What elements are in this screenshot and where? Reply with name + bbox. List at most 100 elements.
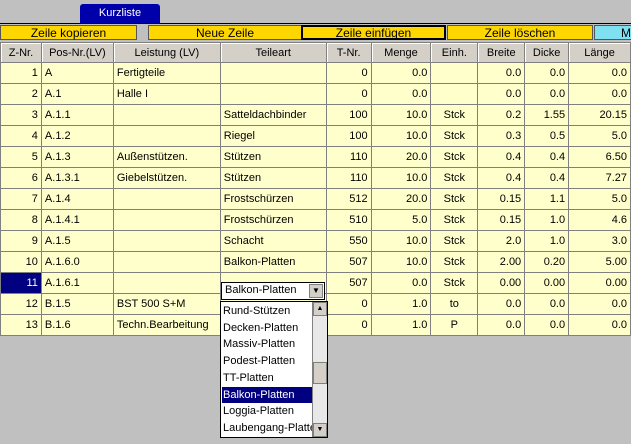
column-header[interactable]: Pos-Nr.(LV) — [40, 42, 114, 63]
table-cell[interactable]: A.1.6.0 — [40, 251, 114, 273]
copy-row-button[interactable]: Zeile kopieren — [0, 25, 137, 40]
dropdown-option[interactable]: Podest-Platten — [222, 353, 314, 369]
table-cell[interactable]: 5.0 — [568, 125, 631, 147]
table-cell[interactable]: 0 — [325, 83, 372, 105]
table-cell[interactable]: 110 — [325, 146, 372, 168]
table-cell[interactable]: 512 — [325, 188, 372, 210]
table-cell[interactable]: 0.5 — [524, 125, 570, 147]
table-cell[interactable]: 0 — [325, 62, 372, 84]
table-row[interactable]: 3 A.1.1 Satteldachbinder 100 10.0 Stck 0.2 1.55… — [0, 104, 631, 126]
column-header[interactable]: Menge — [370, 42, 432, 63]
table-cell[interactable]: 0.0 — [370, 83, 432, 105]
table-cell[interactable]: A.1.6.1 — [40, 272, 114, 294]
table-cell[interactable]: B.1.5 — [40, 293, 114, 315]
table-cell[interactable]: Außenstützen. — [112, 146, 221, 168]
scroll-down-icon[interactable]: ▼ — [313, 423, 327, 437]
dropdown-option[interactable]: Laubengang-Platten — [222, 420, 314, 436]
table-cell[interactable]: Stck — [430, 125, 479, 147]
table-cell[interactable] — [112, 230, 221, 252]
column-header[interactable]: Einh. — [430, 42, 479, 63]
table-row[interactable]: 5 A.1.3 Außenstützen. Stützen 110 20.0 Stck 0.4… — [0, 146, 631, 168]
table-cell[interactable]: Giebelstützen. — [112, 167, 221, 189]
table-row[interactable]: 8 A.1.4.1 Frostschürzen 510 5.0 Stck 0.15 1.0 4.… — [0, 209, 631, 231]
table-cell[interactable]: 0 — [325, 314, 372, 336]
table-cell[interactable]: 20.0 — [370, 188, 432, 210]
table-cell[interactable]: 7 — [0, 188, 42, 210]
table-cell[interactable]: 0.00 — [524, 272, 570, 294]
table-cell[interactable]: 20.0 — [370, 146, 432, 168]
table-cell[interactable]: A.1.5 — [40, 230, 114, 252]
table-cell[interactable]: 0.20 — [524, 251, 570, 273]
dropdown-option[interactable]: Balkon-Platten — [222, 386, 314, 403]
table-cell[interactable]: Frostschürzen — [219, 188, 327, 210]
table-cell[interactable]: 0.4 — [524, 167, 570, 189]
table-cell[interactable]: 0.0 — [477, 62, 526, 84]
table-cell[interactable]: 6 — [0, 167, 42, 189]
table-cell[interactable]: Halle I — [112, 83, 221, 105]
table-cell[interactable]: Stck — [430, 146, 479, 168]
table-cell[interactable]: A — [40, 62, 114, 84]
table-cell[interactable]: BST 500 S+M — [112, 293, 221, 315]
table-cell[interactable]: 13 — [0, 314, 42, 336]
table-cell[interactable]: 510 — [325, 209, 372, 231]
table-cell[interactable]: 3 — [0, 104, 42, 126]
table-cell[interactable]: 550 — [325, 230, 372, 252]
scroll-up-icon[interactable]: ▲ — [313, 302, 327, 316]
table-cell[interactable]: A.1.3.1 — [40, 167, 114, 189]
dropdown-option[interactable]: Loggia-Platten — [222, 403, 314, 419]
table-cell[interactable]: 9 — [0, 230, 42, 252]
table-cell[interactable]: 0.0 — [524, 62, 570, 84]
table-cell[interactable]: 12 — [0, 293, 42, 315]
table-cell[interactable]: 0.0 — [477, 83, 526, 105]
table-cell[interactable]: Stützen — [219, 167, 327, 189]
table-cell[interactable]: 0.15 — [477, 188, 526, 210]
table-cell[interactable]: 5.0 — [568, 188, 631, 210]
dropdown-option[interactable]: TT-Platten — [222, 370, 314, 386]
column-header[interactable]: Teileart — [219, 42, 327, 63]
table-cell[interactable] — [112, 125, 221, 147]
table-cell[interactable]: 0.0 — [568, 293, 631, 315]
table-cell[interactable]: 0 — [325, 293, 372, 315]
table-cell[interactable]: Stck — [430, 251, 479, 273]
table-cell[interactable]: 10.0 — [370, 125, 432, 147]
table-cell[interactable]: 100 — [325, 104, 372, 126]
table-cell[interactable]: 0.15 — [477, 209, 526, 231]
table-cell[interactable]: 110 — [325, 167, 372, 189]
table-cell[interactable]: 10.0 — [370, 167, 432, 189]
scrollbar-thumb[interactable] — [313, 362, 327, 384]
table-cell[interactable]: 1.1 — [524, 188, 570, 210]
table-cell[interactable]: 2 — [0, 83, 42, 105]
table-cell[interactable]: 0.0 — [477, 293, 526, 315]
table-cell[interactable]: A.1.1 — [40, 104, 114, 126]
table-cell[interactable]: 507 — [325, 272, 372, 294]
table-cell[interactable]: A.1.4 — [40, 188, 114, 210]
table-cell[interactable]: Fertigteile — [112, 62, 221, 84]
table-cell[interactable]: Techn.Bearbeitung — [112, 314, 221, 336]
table-row[interactable]: 10 A.1.6.0 Balkon-Platten 507 10.0 Stck 2.00 0.… — [0, 251, 631, 273]
table-cell[interactable]: to — [430, 293, 479, 315]
table-cell[interactable]: Stck — [430, 167, 479, 189]
table-cell[interactable]: 5.00 — [568, 251, 631, 273]
table-cell[interactable]: 6.50 — [568, 146, 631, 168]
dropdown-option[interactable]: Decken-Platten — [222, 320, 314, 336]
table-cell[interactable] — [112, 209, 221, 231]
table-row[interactable]: 6 A.1.3.1 Giebelstützen. Stützen 110 10.0 Stck… — [0, 167, 631, 189]
column-header[interactable]: Z-Nr. — [0, 42, 42, 63]
table-cell[interactable] — [430, 62, 479, 84]
table-cell[interactable]: 0.0 — [524, 83, 570, 105]
delete-row-button[interactable]: Zeile löschen — [447, 25, 593, 40]
column-header[interactable]: Leistung (LV) — [112, 42, 221, 63]
table-cell[interactable]: 8 — [0, 209, 42, 231]
table-cell[interactable]: Stck — [430, 230, 479, 252]
table-cell[interactable] — [112, 188, 221, 210]
chevron-down-icon[interactable]: ▼ — [309, 284, 323, 298]
table-cell[interactable]: 100 — [325, 125, 372, 147]
table-cell[interactable]: 0.4 — [477, 167, 526, 189]
table-cell[interactable]: 0.3 — [477, 125, 526, 147]
table-cell[interactable]: Schacht — [219, 230, 327, 252]
table-cell[interactable]: Stck — [430, 209, 479, 231]
table-cell[interactable]: 0.2 — [477, 104, 526, 126]
table-cell[interactable]: 10.0 — [370, 230, 432, 252]
table-cell[interactable]: 1 — [0, 62, 42, 84]
more-button[interactable]: Ma — [594, 25, 631, 40]
